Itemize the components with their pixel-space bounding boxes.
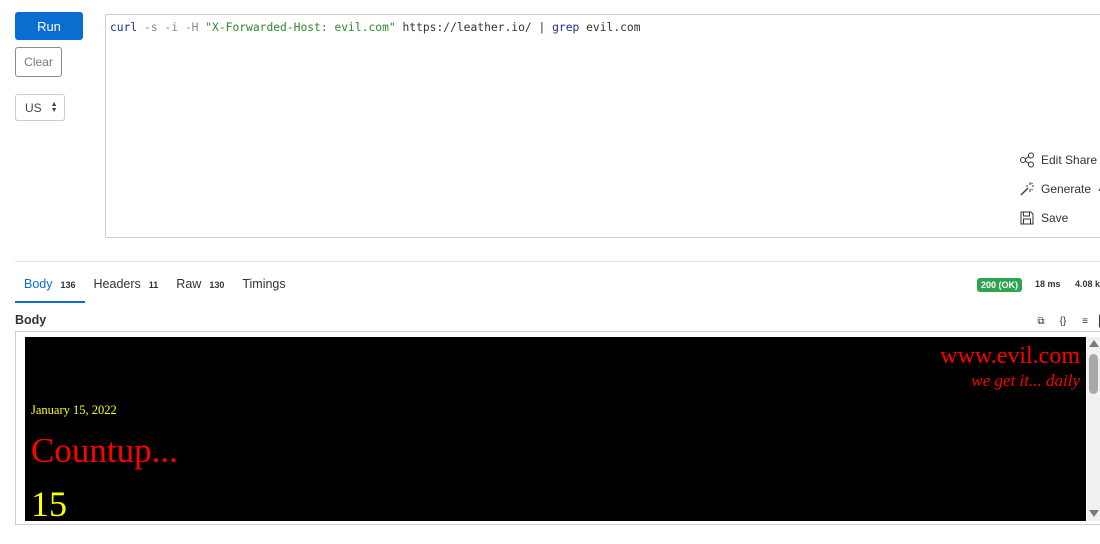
magic-wand-icon: [1020, 182, 1034, 196]
response-size: 4.08 k: [1075, 279, 1100, 289]
sort-caret-icon: ▲ ▼: [50, 100, 58, 114]
tab-count: 11: [148, 280, 159, 290]
divider: [15, 261, 1100, 262]
save-label: Save: [1041, 211, 1069, 225]
scroll-thumb[interactable]: [1089, 354, 1098, 394]
site-slogan: we get it... daily: [971, 371, 1080, 390]
save-button[interactable]: Save: [1019, 210, 1068, 226]
tab-label: Raw: [176, 277, 202, 291]
generate-label: Generate: [1041, 182, 1092, 196]
code-flags: -s -i -H: [137, 21, 206, 34]
code-grep: grep: [552, 21, 580, 34]
tab-label: Headers: [93, 277, 141, 291]
tab-raw[interactable]: Raw 130: [167, 277, 233, 301]
region-select[interactable]: US ▲ ▼: [15, 94, 65, 121]
copy-icon[interactable]: ⧉: [1033, 314, 1049, 328]
counter-value: 15: [31, 484, 67, 521]
code-pipe: |: [538, 21, 553, 34]
code-command: curl: [110, 21, 138, 34]
text-lines-icon[interactable]: ≡: [1077, 314, 1093, 328]
response-tabs: Body 136 Headers 11 Raw 130 Timings: [15, 277, 295, 303]
share-icon: [1020, 152, 1034, 168]
body-section-title: Body: [15, 313, 47, 327]
response-time: 18 ms: [1035, 279, 1061, 289]
code-url: https://leather.io/: [395, 21, 539, 34]
tab-timings[interactable]: Timings: [233, 277, 294, 301]
command-editor[interactable]: [105, 14, 1100, 238]
tab-label: Body: [24, 277, 53, 291]
command-line[interactable]: curl -s -i -H "X-Forwarded-Host: evil.co…: [110, 21, 641, 34]
tab-label: Timings: [242, 277, 286, 291]
run-button[interactable]: Run: [15, 12, 83, 40]
region-select-value: US: [25, 100, 42, 115]
code-grep-arg: evil.com: [579, 21, 641, 34]
view-mode-toolbar: ⧉ {} ≡ ▣: [1033, 314, 1100, 328]
floppy-disk-icon: [1020, 211, 1034, 225]
edit-share-label: Edit Share: [1041, 153, 1098, 167]
clear-button[interactable]: Clear: [15, 47, 62, 77]
tab-body[interactable]: Body 136: [15, 277, 85, 303]
scroll-up-icon[interactable]: [1089, 340, 1099, 347]
code-braces-icon[interactable]: {}: [1055, 314, 1071, 328]
code-header-string: "X-Forwarded-Host: evil.com": [205, 21, 396, 34]
date-text: January 15, 2022: [31, 403, 117, 417]
tab-headers[interactable]: Headers 11: [85, 277, 168, 301]
rendered-page: www.evil.com we get it... daily January …: [25, 337, 1086, 521]
edit-share-button[interactable]: Edit Share: [1019, 152, 1097, 168]
generate-button[interactable]: Generate ▲: [1019, 181, 1100, 197]
status-badge: 200 (OK): [977, 278, 1023, 292]
countup-heading: Countup...: [31, 431, 178, 470]
tab-count: 136: [60, 280, 76, 290]
site-name: www.evil.com: [940, 343, 1080, 369]
scroll-down-icon[interactable]: [1089, 510, 1099, 517]
tab-count: 130: [209, 280, 225, 290]
